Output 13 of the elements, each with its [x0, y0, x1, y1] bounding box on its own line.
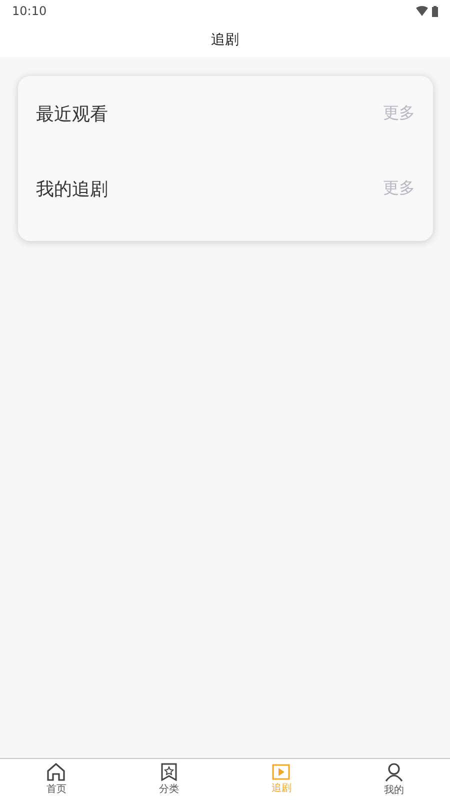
wifi-icon [416, 6, 428, 16]
home-icon [46, 763, 66, 781]
status-time: 10:10 [12, 4, 47, 18]
play-icon [272, 764, 290, 780]
bookmark-star-icon [160, 763, 177, 781]
page-title: 追剧 [211, 30, 239, 48]
tab-item[interactable]: 分类 [112, 759, 225, 800]
section-title: 我的追剧 [36, 178, 108, 200]
tab-item[interactable]: 我的 [338, 759, 450, 800]
section-title: 最近观看 [36, 102, 108, 126]
person-icon [384, 762, 403, 782]
battery-icon [432, 6, 438, 16]
tab-item[interactable]: 首页 [0, 759, 112, 800]
